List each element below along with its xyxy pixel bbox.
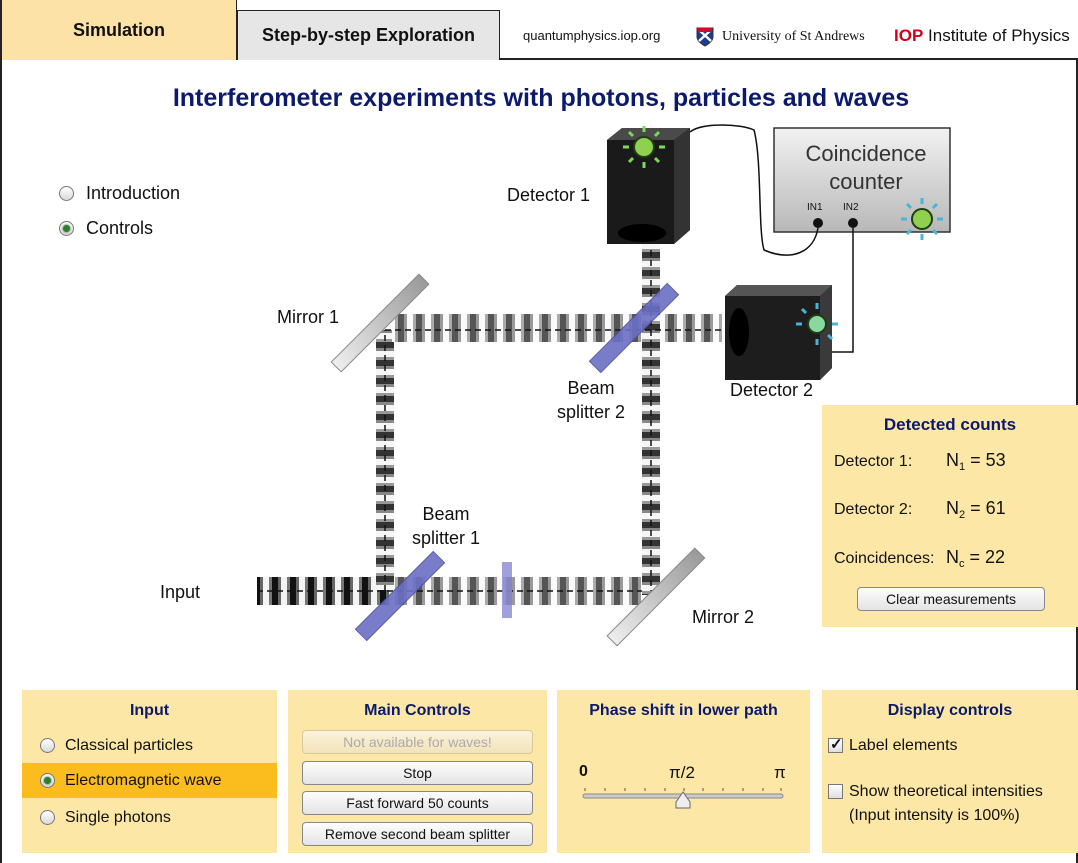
phase-shift-title: Phase shift in lower path xyxy=(589,702,778,719)
mirror1-label: Mirror 1 xyxy=(277,307,339,327)
cable-detector2 xyxy=(832,228,854,353)
beam-splitter2-label: Beam splitter 2 xyxy=(542,376,640,424)
in1-port xyxy=(813,218,823,228)
option-classical-particles[interactable]: Classical particles xyxy=(22,728,277,763)
n2-value: = 61 xyxy=(970,498,1006,518)
counter-title-line2: counter xyxy=(829,169,903,194)
nc-value: = 22 xyxy=(969,547,1006,567)
phase-shift-panel: Phase shift in lower path 0 π/2 π xyxy=(557,690,810,853)
label-elements-label: Label elements xyxy=(849,736,958,754)
classical-particles-radio[interactable] xyxy=(40,738,55,753)
not-available-button: Not available for waves! xyxy=(302,730,533,754)
phase-max-label: π xyxy=(774,763,786,782)
nc-symbol: N xyxy=(946,547,959,567)
n2-symbol: N xyxy=(946,498,959,518)
n1-value: = 53 xyxy=(970,450,1006,470)
show-theory-note: (Input intensity is 100%) xyxy=(849,807,1020,824)
stop-button[interactable]: Stop xyxy=(302,761,533,785)
phase-slider-ticks xyxy=(584,788,782,791)
bs1-label-line1: Beam xyxy=(422,504,470,524)
phase-slider[interactable] xyxy=(557,782,810,822)
coincidences-label: Coincidences: xyxy=(834,550,935,567)
coincidences-count: Nc = 22 xyxy=(946,547,1005,570)
main-controls-panel: Main Controls Not available for waves! S… xyxy=(288,690,547,853)
detector2-count-label: Detector 2: xyxy=(834,501,913,518)
detector2-count: N2 = 61 xyxy=(946,498,1006,521)
app-window: Simulation Step-by-step Exploration quan… xyxy=(0,0,1078,863)
label-elements-option[interactable]: Label elements xyxy=(822,728,1078,763)
upper-path-beam xyxy=(392,314,722,342)
single-photons-radio[interactable] xyxy=(40,810,55,825)
bs2-label-line2: splitter 2 xyxy=(556,402,626,422)
input-panel-title: Input xyxy=(129,702,170,719)
clear-measurements-button[interactable]: Clear measurements xyxy=(857,587,1045,611)
electromagnetic-wave-radio[interactable] xyxy=(40,773,55,788)
detector2-label: Detector 2 xyxy=(730,380,814,400)
input-panel: Input Classical particles Electromagneti… xyxy=(22,690,277,853)
display-controls-panel: Display controls Label elements Show the… xyxy=(822,690,1078,853)
detector1-label: Detector 1 xyxy=(507,185,591,205)
detector1-count: N1 = 53 xyxy=(946,450,1006,473)
option-electromagnetic-wave[interactable]: Electromagnetic wave xyxy=(22,763,277,798)
phase-mid-label: π/2 xyxy=(669,763,695,782)
fast-forward-button[interactable]: Fast forward 50 counts xyxy=(302,791,533,815)
detected-counts-panel: Detected counts Detector 1: N1 = 53 Dete… xyxy=(822,405,1078,627)
remove-beam-splitter-button[interactable]: Remove second beam splitter xyxy=(302,822,533,846)
beam-splitter1-label: Beam splitter 1 xyxy=(402,502,490,550)
in1-label: IN1 xyxy=(807,202,823,213)
display-controls-title: Display controls xyxy=(887,702,1013,719)
label-elements-checkbox[interactable] xyxy=(828,735,843,753)
phase-min-label: 0 xyxy=(579,763,588,780)
main-controls-title: Main Controls xyxy=(364,702,471,719)
nc-subscript: c xyxy=(959,558,965,570)
classical-particles-label: Classical particles xyxy=(65,736,194,754)
detector1-count-label: Detector 1: xyxy=(834,453,913,470)
mirror2-label: Mirror 2 xyxy=(692,607,754,627)
counter-title-line1: Coincidence xyxy=(805,141,927,166)
single-photons-label: Single photons xyxy=(65,808,171,826)
phase-shifter xyxy=(502,562,512,618)
n1-subscript: 1 xyxy=(959,461,966,473)
option-single-photons[interactable]: Single photons xyxy=(22,800,277,835)
bs2-label-line1: Beam xyxy=(567,378,615,398)
n2-subscript: 2 xyxy=(959,509,966,521)
counter-title: Coincidence counter xyxy=(782,140,950,196)
show-theory-option[interactable]: Show theoretical intensities xyxy=(822,774,1078,809)
electromagnetic-wave-label: Electromagnetic wave xyxy=(65,771,222,789)
input-label: Input xyxy=(160,582,201,602)
counts-title: Detected counts xyxy=(883,415,1017,434)
show-theory-checkbox[interactable] xyxy=(828,784,843,799)
n1-symbol: N xyxy=(946,450,959,470)
in2-label: IN2 xyxy=(843,202,859,213)
show-theory-label: Show theoretical intensities xyxy=(849,782,1043,800)
bs1-label-line2: splitter 1 xyxy=(411,528,481,548)
in2-port xyxy=(848,218,858,228)
